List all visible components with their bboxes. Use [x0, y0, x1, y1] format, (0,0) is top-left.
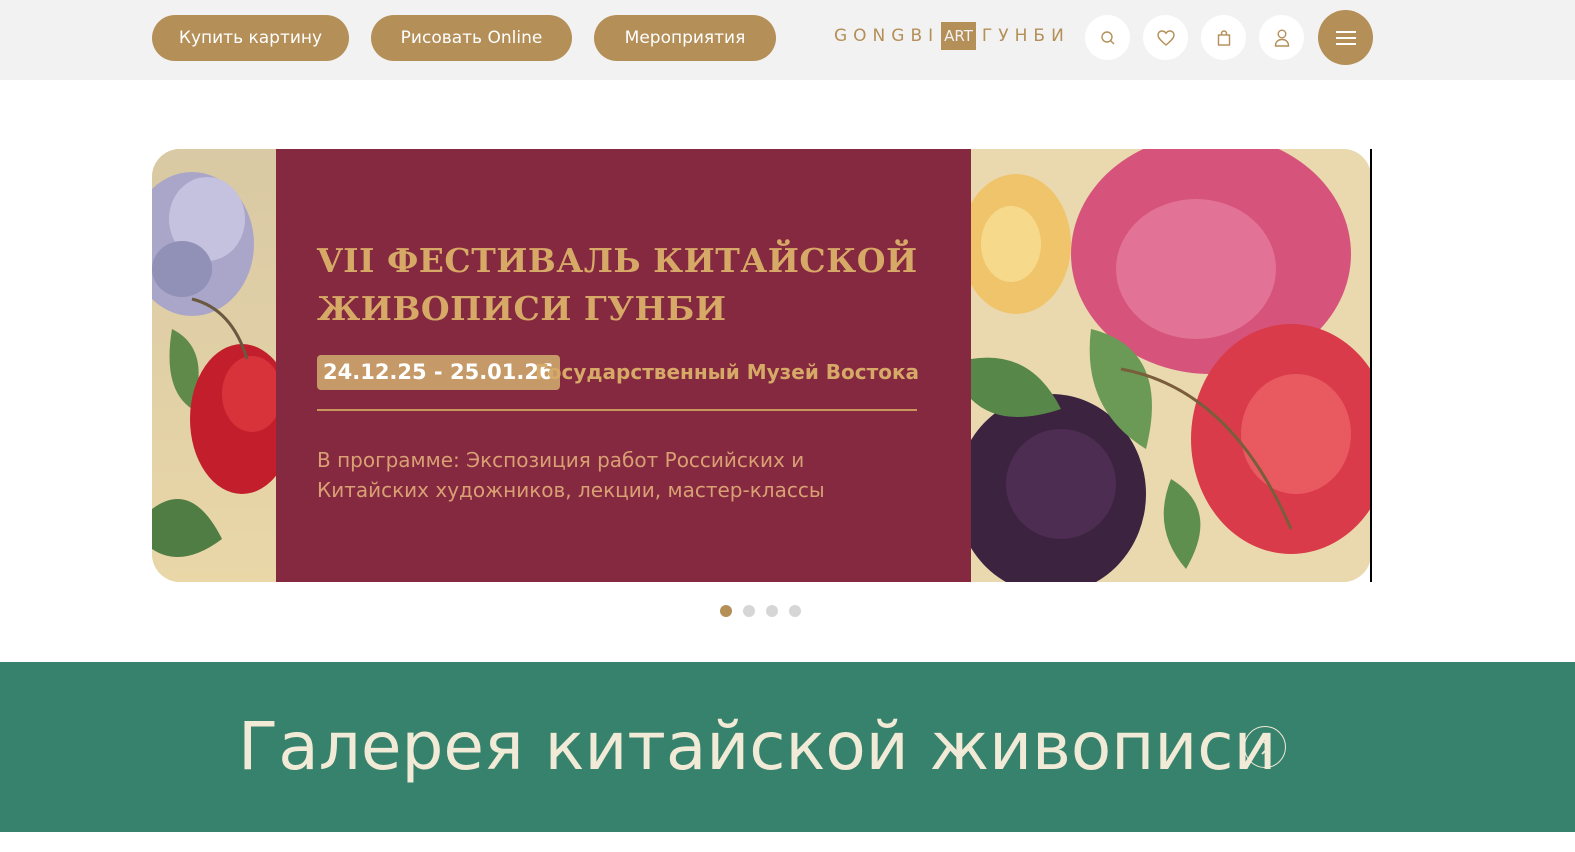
heart-icon	[1156, 29, 1175, 46]
gallery-arrow-button[interactable]	[1244, 726, 1286, 768]
user-icon	[1274, 29, 1289, 47]
cart-button[interactable]	[1201, 15, 1246, 60]
nav-events-button[interactable]: Мероприятия	[594, 15, 776, 61]
slider-dot-2[interactable]	[743, 605, 755, 617]
slider-dot-4[interactable]	[789, 605, 801, 617]
gallery-section-link[interactable]: Галерея китайской живописи	[0, 662, 1575, 832]
slider-pagination	[720, 605, 801, 617]
banner-divider	[317, 409, 917, 411]
peony-illustration-right	[956, 149, 1371, 582]
logo-text-cyrillic: ГУНБИ	[981, 26, 1070, 46]
search-button[interactable]	[1085, 15, 1130, 60]
gallery-title: Галерея китайской живописи	[238, 708, 1277, 785]
account-button[interactable]	[1259, 15, 1304, 60]
bag-icon	[1217, 29, 1230, 46]
banner-flowers-right	[956, 149, 1371, 582]
site-logo[interactable]: GONGBI ART ГУНБИ	[834, 21, 1070, 51]
festival-dates-badge: 24.12.25 - 25.01.26	[317, 355, 560, 390]
nav-buy-painting-button[interactable]: Купить картину	[152, 15, 349, 61]
logo-art-mark: ART	[941, 22, 976, 50]
festival-venue: Государственный Музей Востока	[535, 360, 920, 384]
favorites-button[interactable]	[1143, 15, 1188, 60]
search-icon	[1100, 30, 1114, 44]
slider-dot-1[interactable]	[720, 605, 732, 617]
chevron-right-icon	[1261, 739, 1271, 755]
peony-illustration-left	[152, 172, 294, 557]
banner-flowers-left	[152, 149, 294, 582]
banner-edge-line	[1370, 149, 1372, 582]
slider-dot-3[interactable]	[766, 605, 778, 617]
festival-title: VII ФЕСТИВАЛЬ КИТАЙСКОЙ ЖИВОПИСИ ГУНБИ	[317, 241, 918, 328]
festival-banner[interactable]: VII ФЕСТИВАЛЬ КИТАЙСКОЙ ЖИВОПИСИ ГУНБИ 2…	[152, 149, 1371, 582]
nav-draw-online-button[interactable]: Рисовать Online	[371, 15, 572, 61]
site-header: Купить картину Рисовать Online Мероприят…	[0, 0, 1575, 80]
logo-text-latin: GONGBI	[834, 26, 940, 46]
festival-program: В программе: Экспозиция работ Российских…	[317, 448, 825, 502]
menu-button[interactable]	[1318, 10, 1373, 65]
menu-icon	[1335, 30, 1356, 45]
